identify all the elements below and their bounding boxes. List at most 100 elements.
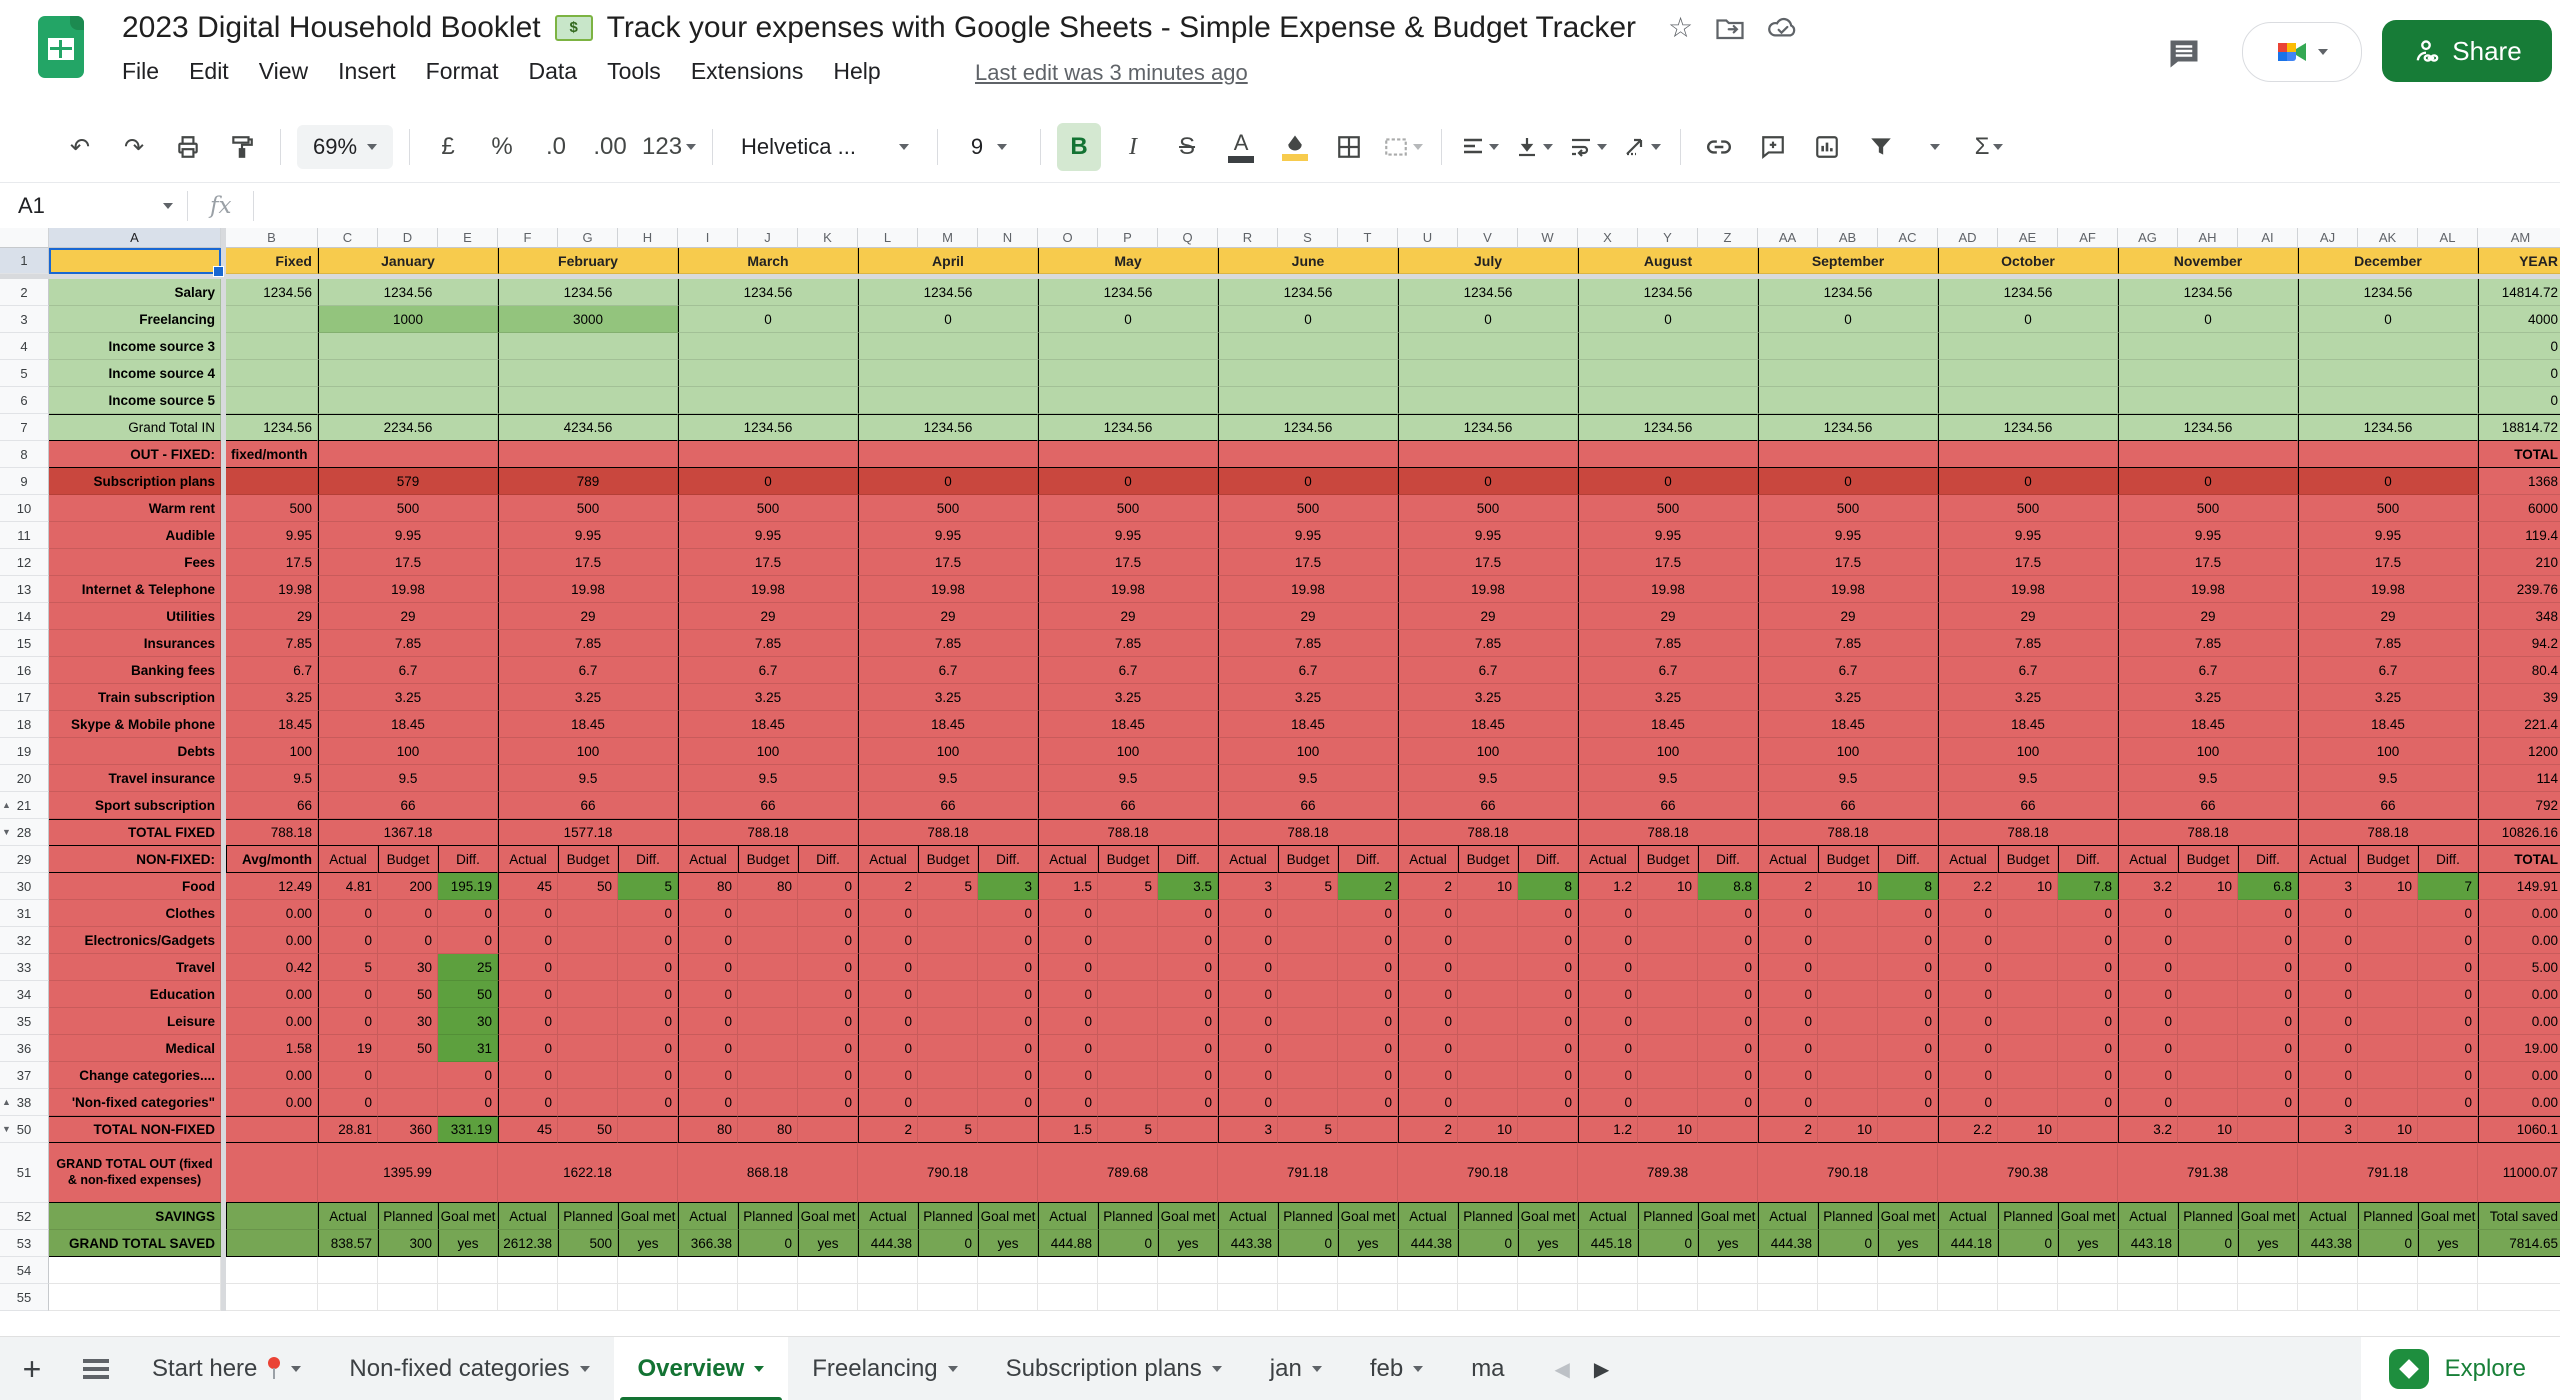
cell-U28-merged[interactable]: 788.18 xyxy=(1398,819,1578,846)
zoom-select[interactable]: 69% xyxy=(297,125,393,169)
row-label-7[interactable]: Grand Total IN xyxy=(49,414,221,441)
cell-C11-merged[interactable]: 9.95 xyxy=(318,522,498,549)
cell-AJ28-merged[interactable]: 788.18 xyxy=(2298,819,2478,846)
filter-views-caret-icon[interactable] xyxy=(1913,123,1957,171)
cell-AJ3-merged[interactable]: 0 xyxy=(2298,306,2478,333)
cell-I37[interactable]: 0 xyxy=(678,1062,738,1089)
cell-O29[interactable]: Actual xyxy=(1038,846,1098,873)
sheet-tab-jan[interactable]: jan xyxy=(1246,1337,1346,1400)
cell-AD16-merged[interactable]: 6.7 xyxy=(1938,657,2118,684)
cell-AD38[interactable]: 0 xyxy=(1938,1089,1998,1116)
cell-S34[interactable] xyxy=(1278,981,1338,1008)
cell-AA29[interactable]: Actual xyxy=(1758,846,1818,873)
sheet-tab-start-here[interactable]: Start here xyxy=(128,1337,325,1400)
cell-AA36[interactable]: 0 xyxy=(1758,1035,1818,1062)
cell-F29[interactable]: Actual xyxy=(498,846,558,873)
cell-O20-merged[interactable]: 9.5 xyxy=(1038,765,1218,792)
sheet-tab-ma[interactable]: ma xyxy=(1447,1337,1528,1400)
formula-input[interactable] xyxy=(254,183,2560,229)
cell-AF54[interactable] xyxy=(2058,1257,2118,1284)
cell-F36[interactable]: 0 xyxy=(498,1035,558,1062)
cell-J29[interactable]: Budget xyxy=(738,846,798,873)
cell-AM8[interactable]: TOTAL xyxy=(2478,441,2560,468)
cell-D32[interactable]: 0 xyxy=(378,927,438,954)
row-header-16[interactable]: 16 xyxy=(0,657,49,684)
cell-T50[interactable] xyxy=(1338,1116,1398,1143)
cell-AD18-merged[interactable]: 18.45 xyxy=(1938,711,2118,738)
cell-AG29[interactable]: Actual xyxy=(2118,846,2178,873)
cell-G30[interactable]: 50 xyxy=(558,873,618,900)
cell-AD3-merged[interactable]: 0 xyxy=(1938,306,2118,333)
sheet-tab-feb[interactable]: feb xyxy=(1346,1337,1447,1400)
cell-C8-merged[interactable] xyxy=(318,441,498,468)
text-wrap-button[interactable] xyxy=(1566,123,1610,171)
cell-B28[interactable]: 788.18 xyxy=(226,819,318,846)
cell-AK54[interactable] xyxy=(2358,1257,2418,1284)
cell-AJ9-merged[interactable]: 0 xyxy=(2298,468,2478,495)
cell-E52[interactable]: Goal met xyxy=(438,1203,498,1230)
cell-G34[interactable] xyxy=(558,981,618,1008)
cell-O16-merged[interactable]: 6.7 xyxy=(1038,657,1218,684)
cell-R18-merged[interactable]: 18.45 xyxy=(1218,711,1398,738)
cell-I33[interactable]: 0 xyxy=(678,954,738,981)
cell-O14-merged[interactable]: 29 xyxy=(1038,603,1218,630)
cell-AM6[interactable]: 0 xyxy=(2478,387,2560,414)
cell-R13-merged[interactable]: 19.98 xyxy=(1218,576,1398,603)
cell-H53[interactable]: yes xyxy=(618,1230,678,1257)
cell-C18-merged[interactable]: 18.45 xyxy=(318,711,498,738)
cell-L4-merged[interactable] xyxy=(858,333,1038,360)
cell-AJ17-merged[interactable]: 3.25 xyxy=(2298,684,2478,711)
cell-AJ36[interactable]: 0 xyxy=(2298,1035,2358,1062)
cell-U12-merged[interactable]: 17.5 xyxy=(1398,549,1578,576)
col-header-AF[interactable]: AF xyxy=(2058,228,2118,248)
row-header-55[interactable]: 55 xyxy=(0,1284,49,1311)
cell-AA38[interactable]: 0 xyxy=(1758,1089,1818,1116)
cell-F10-merged[interactable]: 500 xyxy=(498,495,678,522)
cell-C54[interactable] xyxy=(318,1257,378,1284)
menu-help[interactable]: Help xyxy=(833,58,880,85)
cell-M54[interactable] xyxy=(918,1257,978,1284)
cell-AE36[interactable] xyxy=(1998,1035,2058,1062)
col-header-V[interactable]: V xyxy=(1458,228,1518,248)
cell-B3[interactable] xyxy=(226,306,318,333)
cell-M31[interactable] xyxy=(918,900,978,927)
cell-AD53[interactable]: 444.18 xyxy=(1938,1230,1998,1257)
cell-G50[interactable]: 50 xyxy=(558,1116,618,1143)
cell-N36[interactable]: 0 xyxy=(978,1035,1038,1062)
cell-J50[interactable]: 80 xyxy=(738,1116,798,1143)
cell-AM21[interactable]: 792 xyxy=(2478,792,2560,819)
cell-AD29[interactable]: Actual xyxy=(1938,846,1998,873)
row-header-6[interactable]: 6 xyxy=(0,387,49,414)
cell-X51-merged[interactable]: 789.38 xyxy=(1578,1143,1758,1203)
cell-U55[interactable] xyxy=(1398,1284,1458,1311)
cell-AH33[interactable] xyxy=(2178,954,2238,981)
cell-L9-merged[interactable]: 0 xyxy=(858,468,1038,495)
cell-E34[interactable]: 50 xyxy=(438,981,498,1008)
cell-AD32[interactable]: 0 xyxy=(1938,927,1998,954)
cell-month-header-march[interactable]: March xyxy=(678,248,858,274)
menu-file[interactable]: File xyxy=(122,58,159,85)
cell-P29[interactable]: Budget xyxy=(1098,846,1158,873)
cell-J30[interactable]: 80 xyxy=(738,873,798,900)
cell-AG51-merged[interactable]: 791.38 xyxy=(2118,1143,2298,1203)
strikethrough-button[interactable]: S xyxy=(1165,123,1209,171)
menu-extensions[interactable]: Extensions xyxy=(691,58,804,85)
cell-D55[interactable] xyxy=(378,1284,438,1311)
cell-AL38[interactable]: 0 xyxy=(2418,1089,2478,1116)
menu-tools[interactable]: Tools xyxy=(607,58,661,85)
cell-X53[interactable]: 445.18 xyxy=(1578,1230,1638,1257)
cell-AB50[interactable]: 10 xyxy=(1818,1116,1878,1143)
cell-AH52[interactable]: Planned xyxy=(2178,1203,2238,1230)
cell-I52[interactable]: Actual xyxy=(678,1203,738,1230)
cell-R32[interactable]: 0 xyxy=(1218,927,1278,954)
cell-T34[interactable]: 0 xyxy=(1338,981,1398,1008)
row-label-12[interactable]: Fees xyxy=(49,549,221,576)
col-header-O[interactable]: O xyxy=(1038,228,1098,248)
bold-button[interactable]: B xyxy=(1057,123,1101,171)
cell-A54[interactable] xyxy=(49,1257,221,1284)
text-rotation-button[interactable] xyxy=(1620,123,1664,171)
cell-AJ29[interactable]: Actual xyxy=(2298,846,2358,873)
tab-scroll-right-icon[interactable]: ▶ xyxy=(1594,1357,1609,1382)
cell-G53[interactable]: 500 xyxy=(558,1230,618,1257)
cell-B11[interactable]: 9.95 xyxy=(226,522,318,549)
